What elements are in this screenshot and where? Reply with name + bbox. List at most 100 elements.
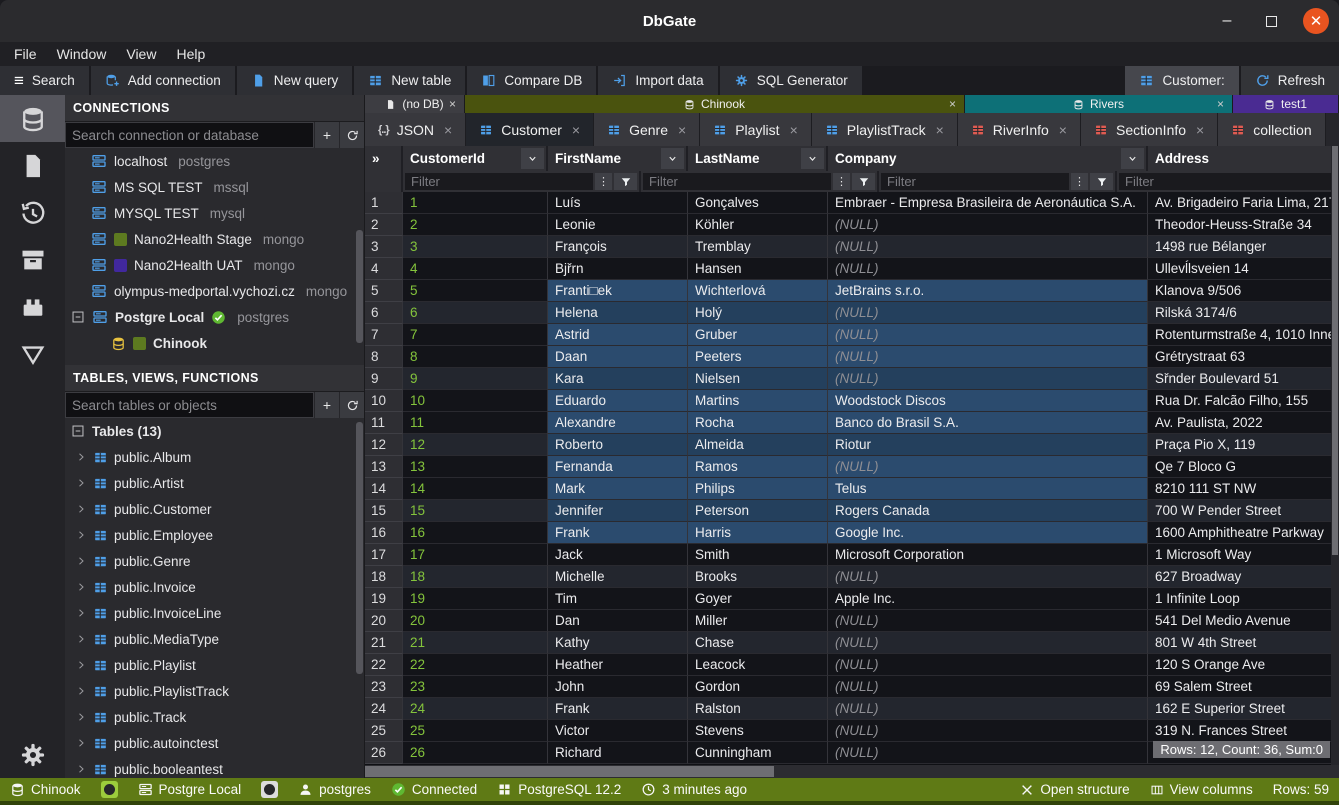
- cell-CustomerId[interactable]: 25: [403, 720, 548, 742]
- horizontal-scrollbar[interactable]: [365, 765, 1339, 778]
- cell-FirstName[interactable]: Dan: [548, 610, 688, 632]
- cell-CustomerId[interactable]: 9: [403, 368, 548, 390]
- rail-item-query-designer[interactable]: [0, 330, 65, 377]
- cell-FirstName[interactable]: Mark: [548, 478, 688, 500]
- cell-LastName[interactable]: Harris: [688, 522, 828, 544]
- cell-Address[interactable]: Praça Pio X, 119: [1148, 434, 1339, 456]
- cell-LastName[interactable]: Gruber: [688, 324, 828, 346]
- cell-Company[interactable]: (NULL): [828, 720, 1148, 742]
- column-menu-button[interactable]: [1121, 148, 1144, 169]
- row-number[interactable]: 13: [365, 456, 403, 478]
- close-icon[interactable]: ×: [949, 97, 956, 111]
- cell-FirstName[interactable]: Kara: [548, 368, 688, 390]
- row-number[interactable]: 20: [365, 610, 403, 632]
- tables-refresh-icon[interactable]: [339, 392, 364, 418]
- cell-LastName[interactable]: Brooks: [688, 566, 828, 588]
- row-number[interactable]: 1: [365, 192, 403, 214]
- cell-CustomerId[interactable]: 8: [403, 346, 548, 368]
- cell-Address[interactable]: 69 Salem Street: [1148, 676, 1339, 698]
- toolbar-sql-generator-button[interactable]: SQL Generator: [720, 66, 862, 95]
- row-number[interactable]: 22: [365, 654, 403, 676]
- cell-Address[interactable]: 700 W Pender Street: [1148, 500, 1339, 522]
- filter-input-FirstName[interactable]: [643, 173, 831, 190]
- row-number[interactable]: 11: [365, 412, 403, 434]
- close-icon[interactable]: ×: [572, 122, 580, 138]
- tab-playlist[interactable]: Playlist×: [700, 113, 812, 146]
- cell-CustomerId[interactable]: 4: [403, 258, 548, 280]
- cell-Address[interactable]: Rotenturmstraße 4, 1010 Innere Stadt: [1148, 324, 1339, 346]
- cell-Address[interactable]: 120 S Orange Ave: [1148, 654, 1339, 676]
- cell-CustomerId[interactable]: 5: [403, 280, 548, 302]
- close-icon[interactable]: ×: [790, 122, 798, 138]
- rail-item-file[interactable]: [0, 142, 65, 189]
- row-number[interactable]: 19: [365, 588, 403, 610]
- row-number[interactable]: 26: [365, 742, 403, 764]
- table-item[interactable]: public.Employee: [65, 522, 364, 548]
- cell-LastName[interactable]: Nielsen: [688, 368, 828, 390]
- cell-Company[interactable]: Embraer - Empresa Brasileira de Aeronáut…: [828, 192, 1148, 214]
- cell-Address[interactable]: 541 Del Medio Avenue: [1148, 610, 1339, 632]
- connection-item[interactable]: olympus-medportal.vychozi.czmongo: [65, 278, 364, 304]
- row-number[interactable]: 24: [365, 698, 403, 720]
- db-tab-Chinook[interactable]: Chinook×: [465, 95, 965, 113]
- statusbar-color-badge[interactable]: [261, 781, 278, 798]
- cell-Address[interactable]: Rilská 3174/6: [1148, 302, 1339, 324]
- row-number[interactable]: 14: [365, 478, 403, 500]
- cell-CustomerId[interactable]: 1: [403, 192, 548, 214]
- cell-Company[interactable]: (NULL): [828, 566, 1148, 588]
- cell-Company[interactable]: Woodstock Discos: [828, 390, 1148, 412]
- row-number[interactable]: 17: [365, 544, 403, 566]
- rail-item-history[interactable]: [0, 189, 65, 236]
- cell-LastName[interactable]: Smith: [688, 544, 828, 566]
- tables-group[interactable]: Tables (13): [65, 418, 364, 444]
- toolbar-new-table-button[interactable]: New table: [354, 66, 465, 95]
- cell-Address[interactable]: 1498 rue Bélanger: [1148, 236, 1339, 258]
- chevright-icon[interactable]: [75, 477, 87, 489]
- cell-CustomerId[interactable]: 10: [403, 390, 548, 412]
- chevright-icon[interactable]: [75, 451, 87, 463]
- tab-customer[interactable]: Customer×: [466, 113, 594, 146]
- connection-item[interactable]: localhostpostgres: [65, 148, 364, 174]
- column-header-Company[interactable]: Company: [828, 146, 1148, 171]
- chevright-icon[interactable]: [75, 711, 87, 723]
- cell-Address[interactable]: 801 W 4th Street: [1148, 632, 1339, 654]
- close-icon[interactable]: ×: [1059, 122, 1067, 138]
- cell-Address[interactable]: Av. Brigadeiro Faria Lima, 2170: [1148, 192, 1339, 214]
- cell-LastName[interactable]: Chase: [688, 632, 828, 654]
- cell-CustomerId[interactable]: 15: [403, 500, 548, 522]
- chevright-icon[interactable]: [75, 503, 87, 515]
- cell-LastName[interactable]: Tremblay: [688, 236, 828, 258]
- table-item[interactable]: public.autoinctest: [65, 730, 364, 756]
- cell-Address[interactable]: Av. Paulista, 2022: [1148, 412, 1339, 434]
- chevright-icon[interactable]: [75, 607, 87, 619]
- cell-FirstName[interactable]: Alexandre: [548, 412, 688, 434]
- cell-FirstName[interactable]: Fernanda: [548, 456, 688, 478]
- filter-funnel-button[interactable]: [614, 173, 637, 190]
- cell-CustomerId[interactable]: 20: [403, 610, 548, 632]
- cell-FirstName[interactable]: Frank: [548, 698, 688, 720]
- tab-riverinfo[interactable]: RiverInfo×: [958, 113, 1081, 146]
- table-item[interactable]: public.Track: [65, 704, 364, 730]
- table-item[interactable]: public.Playlist: [65, 652, 364, 678]
- cell-Address[interactable]: 1 Microsoft Way: [1148, 544, 1339, 566]
- rail-item-plugins[interactable]: [0, 283, 65, 330]
- filter-input-LastName[interactable]: [881, 173, 1069, 190]
- cell-FirstName[interactable]: Jack: [548, 544, 688, 566]
- table-item[interactable]: public.InvoiceLine: [65, 600, 364, 626]
- cell-CustomerId[interactable]: 3: [403, 236, 548, 258]
- row-number[interactable]: 6: [365, 302, 403, 324]
- cell-FirstName[interactable]: Roberto: [548, 434, 688, 456]
- rail-item-database[interactable]: [0, 95, 65, 142]
- cell-FirstName[interactable]: Jennifer: [548, 500, 688, 522]
- statusbar-open-structure[interactable]: Open structure: [1020, 782, 1129, 797]
- tables-search-input[interactable]: [65, 392, 314, 418]
- cell-Company[interactable]: (NULL): [828, 632, 1148, 654]
- cell-Company[interactable]: (NULL): [828, 236, 1148, 258]
- cell-FirstName[interactable]: Helena: [548, 302, 688, 324]
- cell-LastName[interactable]: Wichterlová: [688, 280, 828, 302]
- maximize-icon[interactable]: [1259, 9, 1283, 33]
- row-number[interactable]: 10: [365, 390, 403, 412]
- cell-LastName[interactable]: Cunningham: [688, 742, 828, 764]
- table-item[interactable]: public.MediaType: [65, 626, 364, 652]
- chevright-icon[interactable]: [75, 763, 87, 775]
